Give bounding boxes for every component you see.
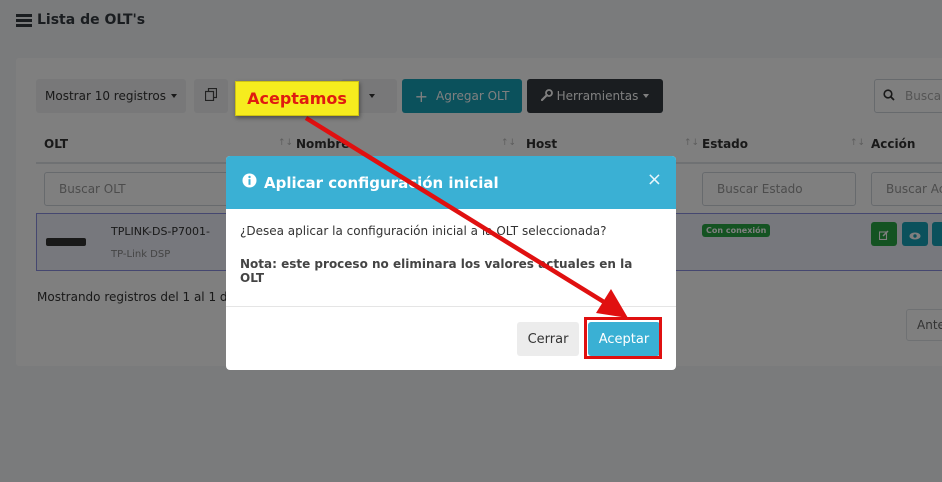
- annotation-arrow-icon: [304, 116, 628, 318]
- annotation-callout: Aceptamos: [235, 81, 359, 116]
